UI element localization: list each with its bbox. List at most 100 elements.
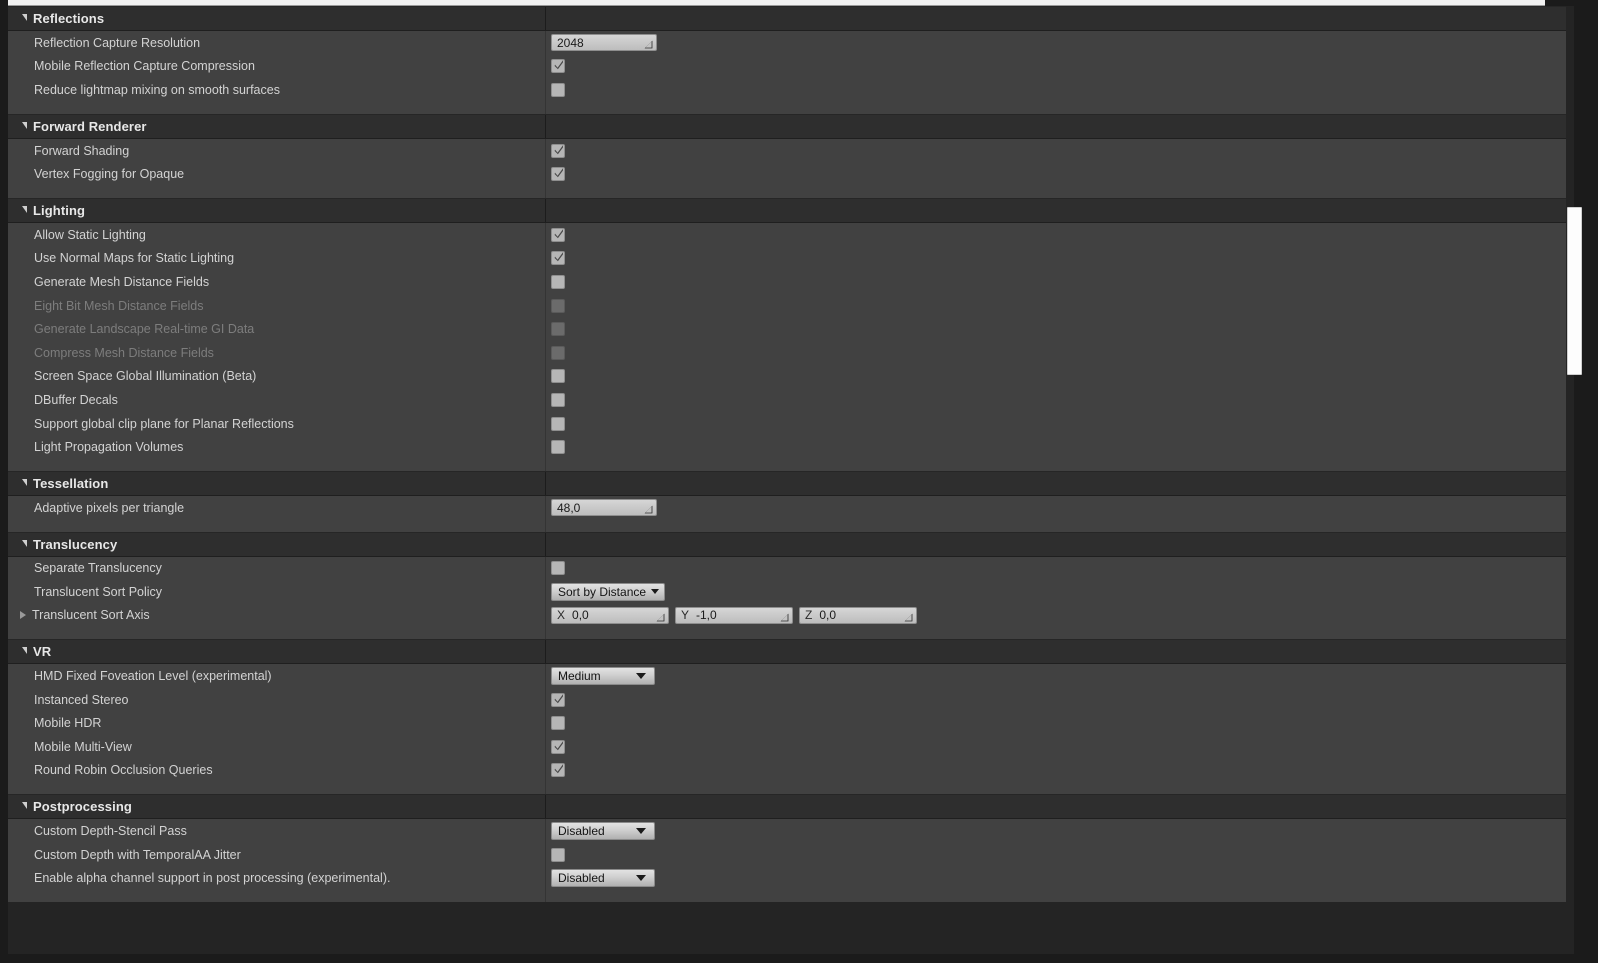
vertical-scrollbar-thumb[interactable] [1567,207,1582,375]
chevron-down-icon[interactable] [22,802,27,810]
property-row: Instanced Stereo [8,687,1566,712]
property-value-cell [545,411,1566,436]
checkbox-lighting-7[interactable] [551,392,565,407]
property-value-cell [545,246,1566,271]
property-label-text: Instanced Stereo [34,692,129,707]
checkbox-forward-renderer-1[interactable] [551,167,565,182]
chevron-down-icon[interactable] [22,121,27,129]
resize-grip-icon[interactable] [780,611,789,622]
property-value-cell [545,556,1566,581]
vector-input-x[interactable]: X 0,0 [551,606,669,624]
category-header-lighting[interactable]: Lighting [8,197,1566,223]
chevron-down-icon[interactable] [22,478,27,486]
category-header-vr[interactable]: VR [8,639,1566,665]
spacer-left [8,782,545,794]
property-row: Generate Landscape Real-time GI Data [8,317,1566,341]
resize-grip-icon[interactable] [656,611,665,622]
category-title: Translucency [33,536,118,552]
category-header-left: Translucency [8,533,545,556]
resize-grip-icon[interactable] [904,611,913,622]
chevron-down-icon[interactable] [22,647,27,655]
check-icon [554,251,564,262]
checkbox-vr-2[interactable] [551,716,565,731]
property-value-cell: Disabled [545,819,1566,843]
property-value-cell: Medium [545,664,1566,688]
category-header-translucency[interactable]: Translucency [8,531,1566,557]
chevron-down-icon[interactable] [22,14,27,21]
property-label-text: Mobile Multi-View [34,739,132,754]
property-label: Adaptive pixels per triangle [8,496,545,520]
category-header-left: Lighting [8,199,545,222]
property-row: Forward Shading [8,138,1566,163]
numeric-input-reflections-0[interactable]: 2048 [551,34,657,52]
property-row: Support global clip plane for Planar Ref… [8,411,1566,436]
dropdown-translucency-1[interactable]: Sort by Distance [551,582,666,601]
spacer-right [545,627,1566,640]
resize-grip-icon[interactable] [644,503,653,514]
property-label-text: DBuffer Decals [34,392,118,407]
checkbox-vr-1[interactable] [551,692,565,707]
chevron-down-icon[interactable] [22,539,27,547]
vector-input-y[interactable]: Y -1,0 [675,606,793,624]
vertical-scrollbar-track[interactable] [1569,6,1582,954]
dropdown-vr-0[interactable]: Medium [551,667,655,686]
checkbox-reflections-1[interactable] [551,59,565,74]
property-label-text: Generate Mesh Distance Fields [34,274,210,289]
category-header-reflections[interactable]: Reflections [8,6,1566,31]
category-bottom-spacer [8,627,1566,640]
chevron-right-icon[interactable] [20,611,26,620]
property-label-text: Eight Bit Mesh Distance Fields [34,298,204,313]
checkbox-postprocessing-1[interactable] [551,847,565,862]
vector-input-z[interactable]: Z 0,0 [799,606,917,624]
checkbox-reflections-2[interactable] [551,82,565,97]
property-label: Forward Shading [8,139,545,163]
numeric-input-tessellation-0[interactable]: 48,0 [551,499,657,517]
property-value-cell [545,340,1566,365]
checkbox-lighting-2[interactable] [551,274,565,289]
check-icon [554,740,564,751]
property-label: Vertex Fogging for Opaque [8,162,545,186]
property-label: HMD Fixed Foveation Level (experimental) [8,664,545,688]
property-label: Support global clip plane for Planar Ref… [8,412,545,436]
dropdown-postprocessing-2[interactable]: Disabled [551,869,655,888]
category-header-left: Reflections [8,7,545,30]
property-row: HMD Fixed Foveation Level (experimental)… [8,664,1566,688]
category-header-postprocessing[interactable]: Postprocessing [8,794,1566,820]
chevron-down-icon[interactable] [22,205,27,213]
checkbox-lighting-0[interactable] [551,227,565,242]
checkbox-vr-3[interactable] [551,739,565,754]
checkbox-lighting-8[interactable] [551,416,565,431]
category-header-tessellation[interactable]: Tessellation [8,470,1566,496]
chevron-down-icon [636,875,646,882]
category-header-right [545,532,1566,556]
category-title: VR [33,644,52,660]
property-label: Mobile Reflection Capture Compression [8,55,545,79]
property-label-text: Adaptive pixels per triangle [34,500,185,515]
property-row: Reflection Capture Resolution 2048 [8,31,1566,55]
property-label-text: Mobile Reflection Capture Compression [34,59,255,74]
category-bottom-spacer [8,890,1566,903]
chevron-down-icon [636,828,646,835]
checkbox-lighting-9[interactable] [551,440,565,455]
checkbox-vr-4[interactable] [551,763,565,778]
property-value-cell [545,138,1566,163]
resize-grip-icon[interactable] [644,38,653,49]
category-header-forward-renderer[interactable]: Forward Renderer [8,113,1566,139]
dropdown-postprocessing-0[interactable]: Disabled [551,822,655,841]
spacer-right [545,101,1566,114]
category-header-left: VR [8,640,545,663]
property-label: Separate Translucency [8,557,545,581]
checkbox-forward-renderer-0[interactable] [551,143,565,158]
spacer-left [8,102,545,114]
property-value-cell [545,293,1566,318]
category-title: Postprocessing [33,799,132,815]
checkbox-translucency-0[interactable] [551,561,565,576]
property-row: Reduce lightmap mixing on smooth surface… [8,78,1566,102]
dropdown-selected-value: Sort by Distance [558,584,647,599]
checkbox-lighting-6[interactable] [551,369,565,384]
property-row: Adaptive pixels per triangle 48,0 [8,495,1566,520]
property-row: Vertex Fogging for Opaque [8,162,1566,186]
property-row: Compress Mesh Distance Fields [8,340,1566,365]
property-value-cell [545,711,1566,736]
checkbox-lighting-1[interactable] [551,251,565,266]
